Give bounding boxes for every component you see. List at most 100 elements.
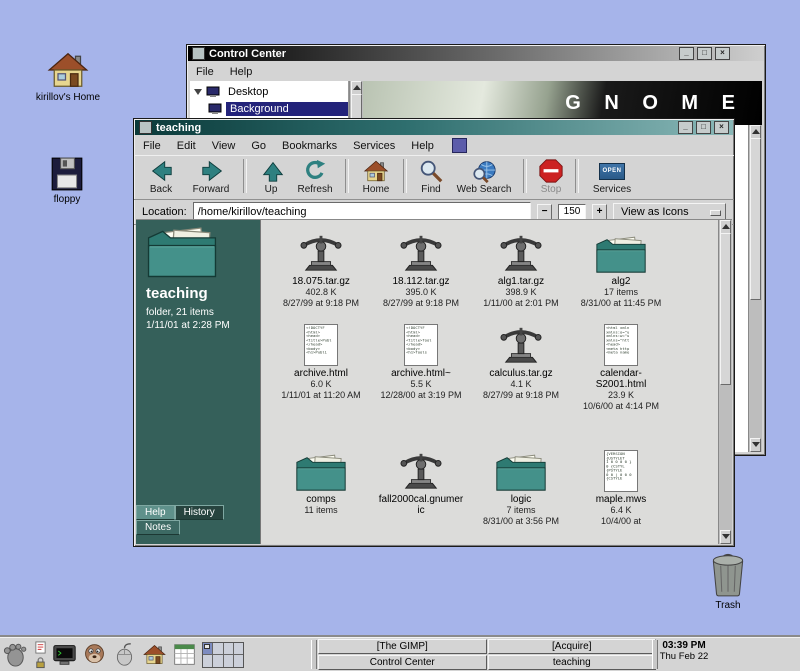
file-date: 8/31/00 at 3:56 PM (478, 516, 564, 527)
menu-services[interactable]: Services (353, 140, 395, 152)
html-file-icon: <html xmln xmlns:o="u xmlns:w="u xmlns="… (604, 324, 638, 366)
zoom-out-button[interactable] (537, 204, 552, 221)
file-item[interactable]: comps 11 items (271, 442, 371, 527)
file-item[interactable]: logic 7 items 8/31/00 at 3:56 PM (471, 442, 571, 527)
gimp-launcher-icon[interactable] (82, 642, 107, 667)
file-size: 7 items (478, 505, 564, 516)
folder-icon (146, 225, 218, 279)
main-menu-foot-icon[interactable] (2, 641, 29, 668)
file-name: alg2 (578, 276, 664, 287)
background-scrollbar[interactable] (748, 125, 762, 452)
up-button[interactable]: Up (254, 157, 288, 195)
file-item[interactable]: {VERSION {USTYLET 1 0 0 0 0 } 0 {CSTYL {… (571, 442, 671, 527)
scroll-down-icon[interactable] (750, 438, 761, 452)
applet-handle[interactable] (311, 640, 317, 669)
desktop-icon-home[interactable]: kirillov's Home (24, 50, 112, 103)
folder-icon (495, 453, 547, 492)
package-icon (499, 232, 543, 274)
services-button[interactable]: OPEN Services (586, 157, 638, 195)
menu-file[interactable]: File (196, 66, 214, 78)
file-item[interactable]: <html xmln xmlns:o="u xmlns:w="u xmlns="… (571, 316, 671, 442)
content-scrollbar[interactable] (718, 220, 732, 544)
spreadsheet-launcher-icon[interactable] (172, 642, 197, 667)
window-icon (139, 121, 152, 134)
tree-item-desktop[interactable]: Desktop (190, 83, 348, 100)
find-icon (418, 158, 444, 184)
file-name: alg1.tar.gz (478, 276, 564, 287)
menu-help[interactable]: Help (411, 140, 434, 152)
window-titlebar[interactable]: Control Center (188, 46, 764, 61)
file-item[interactable]: <!DOCTYF <html> <head> <title>Tool </hea… (371, 316, 471, 442)
scroll-up-icon[interactable] (351, 81, 362, 95)
refresh-button[interactable]: Refresh (292, 157, 338, 195)
file-item[interactable]: <!DOCTYF <html> <head> <title>Publ </hea… (271, 316, 371, 442)
file-date: 1/11/01 at 11:20 AM (278, 390, 364, 401)
lock-icon[interactable] (34, 656, 47, 669)
stop-icon (538, 158, 564, 184)
file-item[interactable]: calculus.tar.gz 4.1 K 8/27/99 at 9:18 PM (471, 316, 571, 442)
zoom-level: 150 (558, 204, 586, 220)
minimize-button[interactable] (679, 47, 694, 60)
maximize-button[interactable] (696, 121, 711, 134)
tree-item-background[interactable]: Background (190, 100, 348, 117)
option-menu-indicator (710, 210, 721, 216)
mouse-config-icon[interactable] (112, 642, 137, 667)
task-button-acquire[interactable]: [Acquire] (488, 639, 657, 654)
scroll-down-icon[interactable] (720, 530, 731, 544)
file-item[interactable]: alg2 17 items 8/31/00 at 11:45 PM (571, 224, 671, 316)
menu-edit[interactable]: Edit (177, 140, 196, 152)
terminal-launcher-icon[interactable] (52, 642, 77, 667)
file-name: fall2000cal.gnumeric (378, 494, 464, 516)
tab-history[interactable]: History (175, 505, 224, 520)
close-button[interactable] (715, 47, 730, 60)
stop-button[interactable]: Stop (534, 157, 568, 195)
file-date: 10/4/00 at (578, 516, 664, 527)
desk-guide-pager[interactable] (202, 642, 244, 668)
task-button-control-center[interactable]: Control Center (318, 655, 487, 670)
task-button-teaching[interactable]: teaching (488, 655, 657, 670)
expander-icon[interactable] (194, 89, 202, 95)
window-title: teaching (156, 122, 201, 134)
home-launcher-icon[interactable] (142, 643, 167, 666)
window-titlebar[interactable]: teaching (135, 120, 733, 135)
find-button[interactable]: Find (414, 157, 448, 195)
home-button[interactable]: Home (356, 157, 396, 195)
clock-applet: 03:39 PM Thu Feb 22 (658, 640, 710, 662)
task-button-gimp[interactable]: [The GIMP] (318, 639, 487, 654)
minimize-button[interactable] (678, 121, 693, 134)
file-view[interactable]: 18.075.tar.gz 402.8 K 8/27/99 at 9:18 PM… (260, 220, 732, 544)
forward-button[interactable]: Forward (186, 157, 236, 195)
zoom-in-button[interactable] (592, 204, 607, 221)
menu-view[interactable]: View (212, 140, 236, 152)
file-item[interactable]: 18.112.tar.gz 395.0 K 8/27/99 at 9:18 PM (371, 224, 471, 316)
file-item[interactable]: fall2000cal.gnumeric (371, 442, 471, 527)
help-doc-icon[interactable] (34, 641, 47, 654)
file-item[interactable]: 18.075.tar.gz 402.8 K 8/27/99 at 9:18 PM (271, 224, 371, 316)
file-date: 1/11/00 at 2:01 PM (478, 298, 564, 309)
maximize-button[interactable] (697, 47, 712, 60)
menu-file[interactable]: File (143, 140, 161, 152)
menu-help[interactable]: Help (230, 66, 253, 78)
desktop-icon-floppy[interactable]: floppy (23, 156, 111, 205)
tab-help[interactable]: Help (136, 505, 175, 520)
menu-go[interactable]: Go (251, 140, 266, 152)
monitor-icon (208, 103, 222, 115)
monitor-icon (206, 86, 220, 98)
back-button[interactable]: Back (140, 157, 182, 195)
scroll-up-icon[interactable] (750, 125, 761, 139)
menubar: File Edit View Go Bookmarks Services Hel… (134, 136, 734, 155)
close-button[interactable] (714, 121, 729, 134)
package-icon (299, 232, 343, 274)
file-date: 8/27/99 at 9:18 PM (278, 298, 364, 309)
scroll-up-icon[interactable] (720, 220, 731, 234)
web-search-button[interactable]: Web Search (452, 157, 516, 195)
tab-notes[interactable]: Notes (136, 520, 180, 535)
up-icon (258, 158, 284, 184)
text-file-icon: {VERSION {USTYLET 1 0 0 0 0 } 0 {CSTYL {… (604, 450, 638, 492)
file-item[interactable]: alg1.tar.gz 398.9 K 1/11/00 at 2:01 PM (471, 224, 571, 316)
menu-bookmarks[interactable]: Bookmarks (282, 140, 337, 152)
desktop-icon-trash[interactable]: Trash (684, 550, 772, 611)
file-date: 10/6/00 at 4:14 PM (578, 401, 664, 412)
sidebar-title: teaching (146, 285, 260, 302)
sidebar-date: 1/11/01 at 2:28 PM (146, 320, 260, 331)
